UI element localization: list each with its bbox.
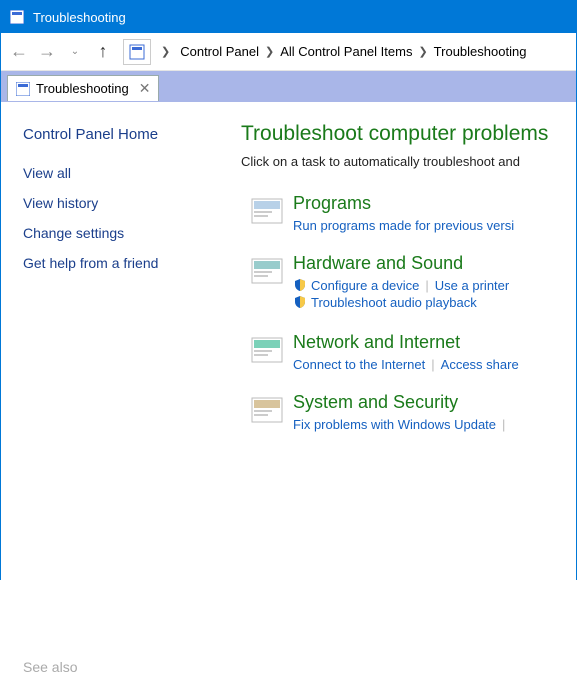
category-title[interactable]: Hardware and Sound (293, 253, 576, 274)
chevron-right-icon: ❯ (161, 45, 170, 58)
breadcrumb-item[interactable]: Troubleshooting (434, 44, 527, 59)
tab-troubleshooting[interactable]: Troubleshooting ✕ (7, 75, 159, 101)
back-button[interactable]: ← (7, 40, 31, 64)
task-link[interactable]: Run programs made for previous versi (293, 218, 514, 233)
page-subtitle: Click on a task to automatically trouble… (241, 154, 576, 169)
category-hardware-and-sound: Hardware and Sound Configure a device | Use… (241, 253, 576, 312)
main-panel: Troubleshoot computer problems Click on … (241, 102, 576, 679)
category-title[interactable]: Network and Internet (293, 332, 576, 353)
category-network-and-internet: Network and Internet Connect to the Inter… (241, 332, 576, 372)
window-title: Troubleshooting (33, 10, 126, 25)
control-panel-home-link[interactable]: Control Panel Home (23, 126, 241, 143)
category-body: Hardware and Sound Configure a device | Use… (293, 253, 576, 312)
category-links: Fix problems with Windows Update | (293, 417, 576, 432)
breadcrumb: Control Panel ❯ All Control Panel Items … (180, 44, 526, 59)
shield-icon (293, 295, 307, 312)
tab-icon (16, 82, 30, 96)
category-icon (241, 193, 293, 233)
page-title: Troubleshoot computer problems (241, 122, 576, 146)
category-programs: Programs Run programs made for previous v… (241, 193, 576, 233)
task-link[interactable]: Configure a device (311, 278, 419, 293)
see-also-heading: See also (23, 659, 77, 675)
category-title[interactable]: Programs (293, 193, 576, 214)
category-links: Configure a device | Use a printer Troubles… (293, 278, 576, 312)
task-link[interactable]: Connect to the Internet (293, 357, 425, 372)
category-body: System and Security Fix problems with Win… (293, 392, 576, 432)
nav-bar: ← → ⌄ ↑ ❯ Control Panel ❯ All Control Pa… (1, 33, 576, 71)
breadcrumb-item[interactable]: Control Panel (180, 44, 259, 59)
tab-bar: Troubleshooting ✕ (1, 71, 576, 101)
category-links: Connect to the Internet | Access share (293, 357, 576, 372)
category-body: Network and Internet Connect to the Inter… (293, 332, 576, 372)
breadcrumb-item[interactable]: All Control Panel Items (280, 44, 412, 59)
separator: | (431, 357, 434, 372)
category-links: Run programs made for previous versi (293, 218, 576, 233)
up-button[interactable]: ↑ (91, 40, 115, 64)
close-icon[interactable]: ✕ (139, 80, 151, 97)
chevron-right-icon: ❯ (265, 45, 274, 58)
sidebar: Control Panel Home View all View history… (1, 102, 241, 679)
sidebar-link-view-history[interactable]: View history (23, 195, 241, 211)
category-body: Programs Run programs made for previous v… (293, 193, 576, 233)
app-icon (9, 9, 25, 25)
title-bar: Troubleshooting (1, 1, 576, 33)
chevron-right-icon: ❯ (418, 45, 427, 58)
forward-button[interactable]: → (35, 40, 59, 64)
category-icon (241, 253, 293, 312)
task-link[interactable]: Access share (441, 357, 519, 372)
category-icon (241, 332, 293, 372)
task-link[interactable]: Use a printer (435, 278, 509, 293)
content-area: Control Panel Home View all View history… (1, 101, 576, 679)
tab-label: Troubleshooting (36, 81, 129, 96)
category-system-and-security: System and Security Fix problems with Win… (241, 392, 576, 432)
separator: | (502, 417, 505, 432)
category-icon (241, 392, 293, 432)
sidebar-link-get-help[interactable]: Get help from a friend (23, 255, 241, 271)
sidebar-link-view-all[interactable]: View all (23, 165, 241, 181)
address-icon[interactable] (123, 39, 151, 65)
shield-icon (293, 278, 307, 295)
sidebar-link-change-settings[interactable]: Change settings (23, 225, 241, 241)
category-title[interactable]: System and Security (293, 392, 576, 413)
task-link[interactable]: Troubleshoot audio playback (311, 295, 477, 310)
separator: | (425, 278, 428, 293)
task-link[interactable]: Fix problems with Windows Update (293, 417, 496, 432)
recent-dropdown-icon[interactable]: ⌄ (63, 40, 87, 64)
